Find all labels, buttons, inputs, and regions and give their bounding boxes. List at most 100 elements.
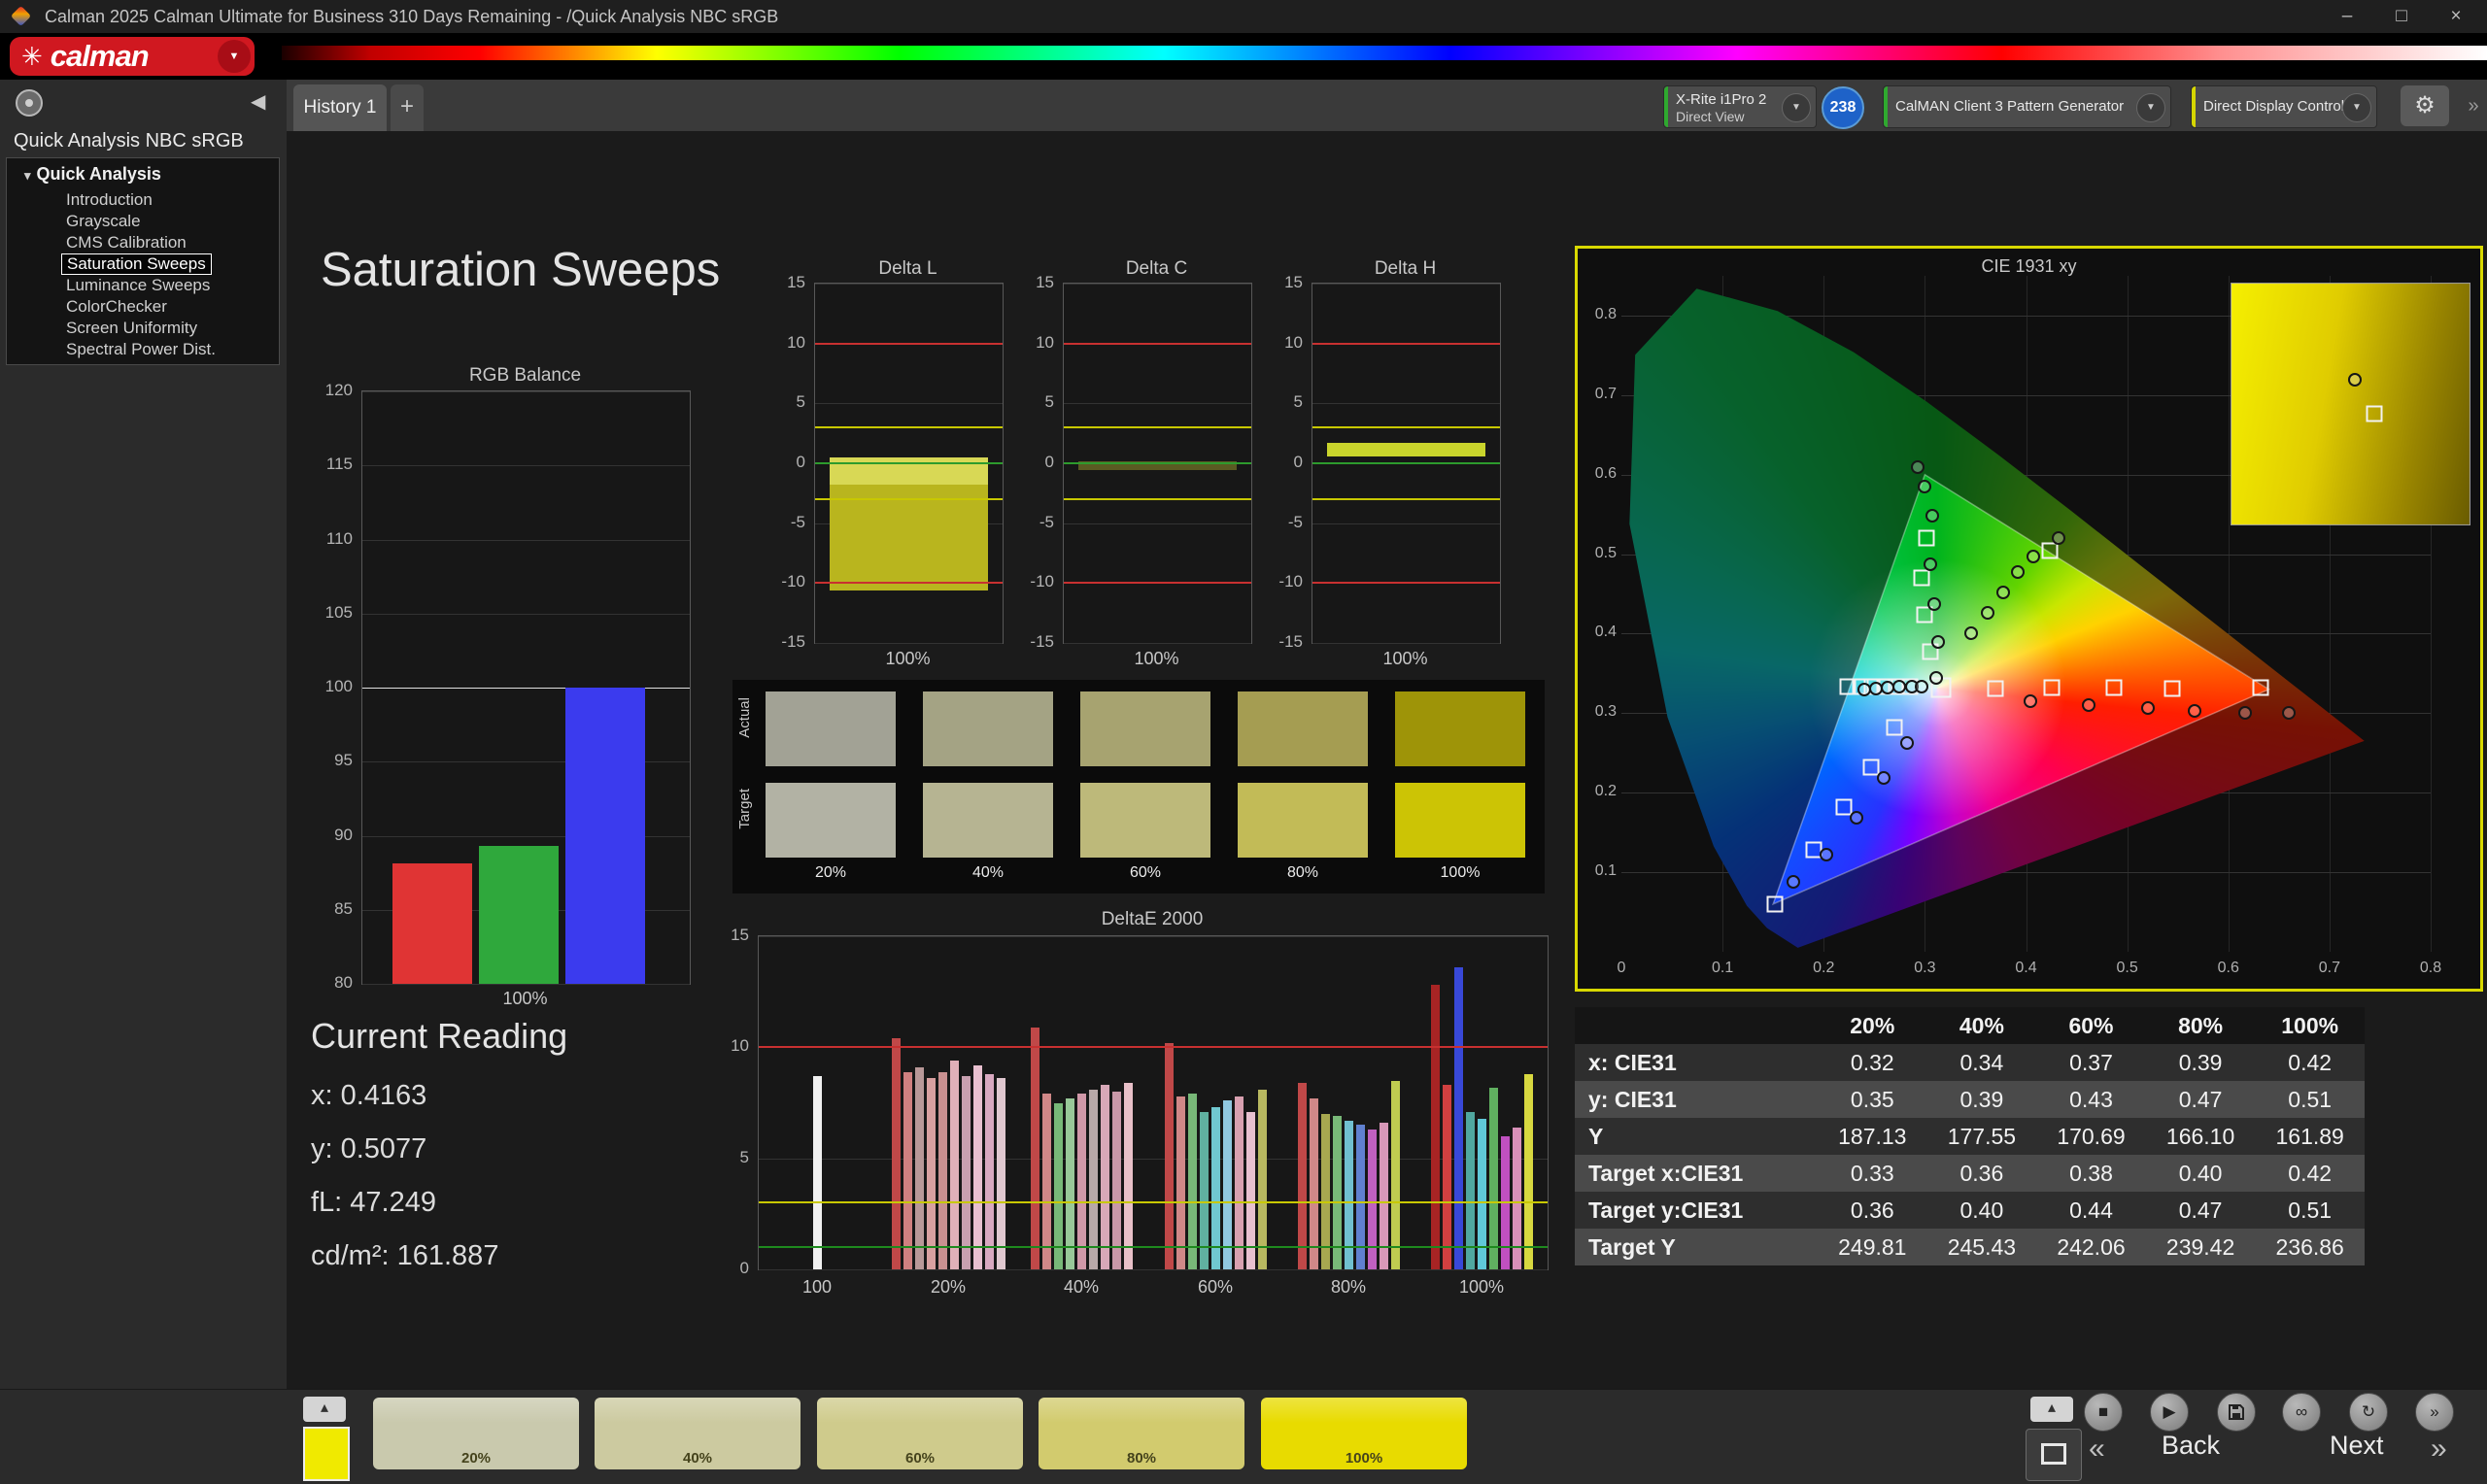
x-tick-label: 0.7 xyxy=(2305,960,2354,977)
next-chevrons-icon[interactable]: » xyxy=(2431,1433,2447,1466)
play-icon: ▶ xyxy=(2163,1402,2175,1421)
sidebar-item-saturation-sweeps[interactable]: Saturation Sweeps xyxy=(61,253,212,275)
refresh-icon: ↻ xyxy=(2362,1402,2375,1421)
delta-bar xyxy=(1327,443,1484,456)
next-button[interactable]: Next xyxy=(2330,1431,2384,1461)
back-button[interactable]: Back xyxy=(2162,1431,2220,1461)
calman-logo-button[interactable]: ✳ calman ▼ xyxy=(10,37,255,76)
close-button[interactable]: × xyxy=(2429,0,2483,33)
deltae-bar xyxy=(1431,985,1440,1269)
sidebar-item-luminance-sweeps[interactable]: Luminance Sweeps xyxy=(61,275,215,296)
x-tick-label: 0.4 xyxy=(2002,960,2051,977)
delta-l-xlabel: 100% xyxy=(814,649,1002,669)
logo-dropdown-icon[interactable]: ▼ xyxy=(218,40,251,73)
add-tab-button[interactable]: + xyxy=(391,84,424,131)
reference-line xyxy=(1312,343,1500,345)
skip-button[interactable]: » xyxy=(2415,1393,2454,1432)
gridline xyxy=(362,614,690,615)
meter-dropdown[interactable]: X-Rite i1Pro 2 Direct View ▼ xyxy=(1663,85,1817,128)
save-button[interactable] xyxy=(2217,1393,2256,1432)
swatch-column-label: 80% xyxy=(1238,864,1368,882)
workflow-title: Quick Analysis NBC sRGB xyxy=(14,130,244,152)
sidebar-item-grayscale[interactable]: Grayscale xyxy=(61,211,146,232)
sidebar-item-colorchecker[interactable]: ColorChecker xyxy=(61,296,172,318)
sidebar-item-spectral-power-dist-[interactable]: Spectral Power Dist. xyxy=(61,339,221,360)
stop-button[interactable]: ■ xyxy=(2084,1393,2123,1432)
reference-line xyxy=(1064,582,1251,584)
transport-expand-button[interactable]: ▴ xyxy=(2030,1397,2073,1422)
gridline xyxy=(1064,284,1251,285)
play-button[interactable]: ▶ xyxy=(2150,1393,2189,1432)
table-cell: 0.47 xyxy=(2146,1192,2256,1229)
cie-measured-marker xyxy=(1929,671,1943,685)
sidebar-item-introduction[interactable]: Introduction xyxy=(61,189,157,211)
swatch-column-label: 20% xyxy=(766,864,896,882)
deltae-bar xyxy=(1489,1088,1498,1270)
sidebar-record-button[interactable] xyxy=(16,89,43,117)
table-row: x: CIE310.320.340.370.390.42 xyxy=(1575,1044,2365,1081)
cie-measured-marker xyxy=(1981,606,1994,620)
deltae-bar xyxy=(1235,1096,1244,1269)
reference-line xyxy=(815,462,1003,464)
y-tick-label: 15 xyxy=(755,273,805,292)
display-control-dropdown[interactable]: Direct Display Control ▼ xyxy=(2191,85,2377,128)
sidebar-collapse-icon[interactable]: ◀ xyxy=(251,89,265,114)
cie-measured-marker xyxy=(1787,875,1800,889)
cie-measured-marker xyxy=(1924,557,1937,571)
pattern-button-60[interactable]: 60% xyxy=(817,1398,1023,1469)
sidebar-item-cms-calibration[interactable]: CMS Calibration xyxy=(61,232,191,253)
table-cell: 0.38 xyxy=(2036,1155,2146,1192)
y-tick-label: 5 xyxy=(1004,392,1054,412)
back-chevrons-icon[interactable]: « xyxy=(2089,1433,2105,1466)
table-column-header: 20% xyxy=(1818,1007,1927,1044)
calman-flower-icon: ✳ xyxy=(21,42,43,72)
pattern-button-label: 20% xyxy=(373,1450,579,1467)
y-tick-label: -15 xyxy=(1004,632,1054,652)
gridline xyxy=(815,403,1003,404)
pattern-panel-expand-button[interactable]: ▴ xyxy=(303,1397,346,1422)
actual-swatch xyxy=(766,691,896,766)
deltae-bar xyxy=(1112,1092,1121,1269)
gridline xyxy=(1064,523,1251,524)
maximize-button[interactable]: □ xyxy=(2374,0,2429,33)
loop-button[interactable]: ∞ xyxy=(2282,1393,2321,1432)
display-control-dropdown-arrow-icon[interactable]: ▼ xyxy=(2342,93,2371,122)
active-pattern-swatch xyxy=(303,1427,350,1481)
table-cell: 0.36 xyxy=(1927,1155,2037,1192)
tab-history-1[interactable]: History 1 xyxy=(293,84,387,131)
pattern-button-100[interactable]: 100% xyxy=(1261,1398,1467,1469)
pattern-button-40[interactable]: 40% xyxy=(595,1398,801,1469)
toolbar-overflow-button[interactable]: » xyxy=(2461,85,2486,126)
tree-expander-icon[interactable]: ▾ xyxy=(24,168,31,183)
x-tick-label: 100% xyxy=(1443,1277,1520,1298)
pattern-window-button[interactable] xyxy=(2026,1429,2082,1481)
reference-line xyxy=(815,343,1003,345)
actual-swatch xyxy=(1080,691,1210,766)
cie-target-marker xyxy=(2042,543,2059,559)
tree-root-quick-analysis[interactable]: ▾Quick Analysis xyxy=(24,164,161,185)
cie-measured-marker xyxy=(2052,531,2065,545)
pattern-generator-dropdown-arrow-icon[interactable]: ▼ xyxy=(2136,93,2165,122)
reference-line xyxy=(759,1046,1548,1048)
minimize-button[interactable]: – xyxy=(2320,0,2374,33)
sidebar-item-screen-uniformity[interactable]: Screen Uniformity xyxy=(61,318,202,339)
cie-measured-marker xyxy=(2024,694,2037,708)
refresh-button[interactable]: ↻ xyxy=(2349,1393,2388,1432)
deltae-bar xyxy=(1054,1103,1063,1270)
meter-dropdown-arrow-icon[interactable]: ▼ xyxy=(1782,93,1811,122)
tree-items: IntroductionGrayscaleCMS CalibrationSatu… xyxy=(61,189,221,360)
settings-gear-button[interactable]: ⚙ xyxy=(2401,85,2449,126)
x-tick-label: 60% xyxy=(1176,1277,1254,1298)
reference-line xyxy=(1064,426,1251,428)
cie-target-marker xyxy=(2106,680,2123,696)
swatch-row-label: Target xyxy=(736,789,753,829)
pattern-generator-dropdown[interactable]: CalMAN Client 3 Pattern Generator ▼ xyxy=(1883,85,2171,128)
cie-target-marker xyxy=(1767,895,1784,912)
pattern-button-20[interactable]: 20% xyxy=(373,1398,579,1469)
y-tick-label: 10 xyxy=(755,333,805,353)
table-row-label: Y xyxy=(1575,1118,1818,1155)
y-tick-label: 5 xyxy=(1252,392,1303,412)
x-tick-label: 0.8 xyxy=(2406,960,2455,977)
pattern-button-80[interactable]: 80% xyxy=(1039,1398,1244,1469)
y-tick-label: 90 xyxy=(302,826,353,845)
